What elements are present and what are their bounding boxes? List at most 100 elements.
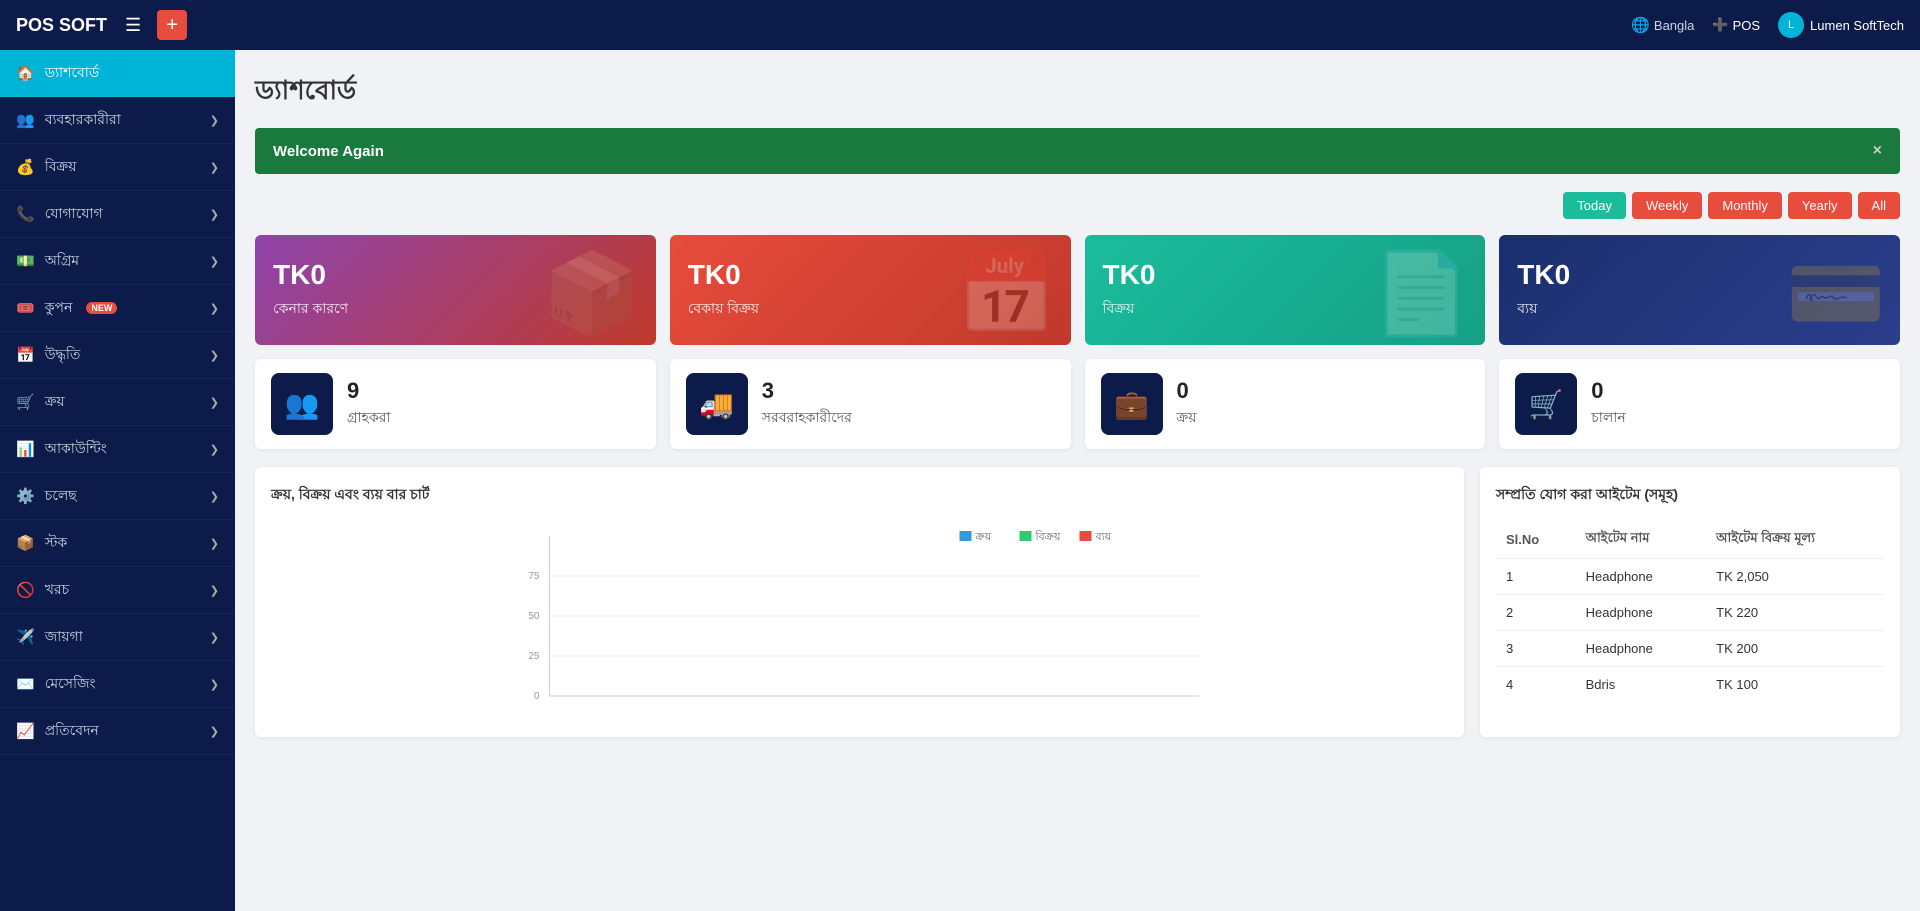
- count-label-suppliers: সরবরাহকারীদের: [762, 406, 852, 430]
- count-info-invoices: 0 চালান: [1591, 378, 1625, 430]
- sidebar-icon-motivation: 📅: [16, 346, 35, 364]
- items-table: Sl.Noআইটেম নামআইটেম বিক্রয় মূল্য1Headph…: [1496, 521, 1884, 702]
- stat-card-icon-sales-due: 📅: [957, 247, 1057, 341]
- svg-text:ব্যয়: ব্যয়: [1095, 531, 1112, 543]
- chevron-stock: ❯: [210, 537, 219, 550]
- stat-card-icon-expense: 💳: [1786, 247, 1886, 341]
- sidebar-icon-advance: 💵: [16, 252, 35, 270]
- count-card-customers: 👥 9 গ্রাহকরা: [255, 359, 656, 449]
- sidebar-label-dashboard: ড্যাশবোর্ড: [45, 61, 100, 85]
- count-label-invoices: চালান: [1591, 406, 1625, 430]
- items-panel-title: সম্প্রতি যোগ করা আইটেম (সমূহ): [1496, 483, 1884, 507]
- sidebar-item-report[interactable]: 📈 প্রতিবেদন ❯: [0, 708, 235, 755]
- table-cell: Headphone: [1576, 631, 1707, 667]
- logo: POS SOFT: [16, 15, 107, 36]
- globe-icon: 🌐: [1631, 16, 1650, 34]
- stat-card-amount-sales-due: TK0: [688, 259, 759, 291]
- sidebar-label-accounting: আকাউন্টিং: [45, 437, 107, 461]
- count-info-purchases: 0 ক্রয়: [1177, 378, 1197, 430]
- plus-button[interactable]: +: [157, 10, 187, 40]
- count-info-customers: 9 গ্রাহকরা: [347, 378, 390, 430]
- svg-text:বিক্রয়: বিক্রয়: [1035, 530, 1061, 543]
- chevron-running: ❯: [210, 490, 219, 503]
- user-menu[interactable]: L Lumen SoftTech: [1778, 12, 1904, 38]
- table-row: 2HeadphoneTK 220: [1496, 595, 1884, 631]
- main-content: ড্যাশবোর্ড Welcome Again × TodayWeeklyMo…: [235, 50, 1920, 911]
- stat-card-amount-sales: TK0: [1103, 259, 1156, 291]
- table-cell: TK 220: [1706, 595, 1884, 631]
- sidebar-icon-coupon: 🎟️: [16, 299, 35, 317]
- sidebar-item-coupon[interactable]: 🎟️ কুপন NEW ❯: [0, 285, 235, 332]
- sidebar-item-running[interactable]: ⚙️ চলেছ ❯: [0, 473, 235, 520]
- sidebar: 🏠 ড্যাশবোর্ড 👥 ব্যবহারকারীরা ❯ 💰 বিক্রয়…: [0, 50, 235, 911]
- sidebar-item-motivation[interactable]: 📅 উদ্ধৃতি ❯: [0, 332, 235, 379]
- bottom-section: ক্রয়, বিক্রয় এবং ব্যয় বার চার্ট 0 25 …: [255, 467, 1900, 737]
- sidebar-icon-report: 📈: [16, 722, 35, 740]
- stat-card-sales: TK0 বিক্রয় 📄: [1085, 235, 1486, 345]
- sidebar-icon-expense: 🚫: [16, 581, 35, 599]
- sidebar-item-purchase[interactable]: 🛒 ক্রয় ❯: [0, 379, 235, 426]
- stat-card-icon-sales: 📄: [1372, 247, 1472, 341]
- sidebar-icon-running: ⚙️: [16, 487, 35, 505]
- hamburger-icon[interactable]: ☰: [125, 15, 141, 36]
- table-row: 1HeadphoneTK 2,050: [1496, 559, 1884, 595]
- count-label-purchases: ক্রয়: [1177, 406, 1197, 430]
- topbar: POS SOFT ☰ + 🌐 Bangla ➕ POS L Lumen Soft…: [0, 0, 1920, 50]
- stat-cards-row: TK0 কেনার কারণে 📦 TK0 বেকায় বিক্রয় 📅 T…: [255, 235, 1900, 345]
- sidebar-icon-users: 👥: [16, 111, 35, 129]
- sidebar-item-users[interactable]: 👥 ব্যবহারকারীরা ❯: [0, 97, 235, 144]
- count-icon-customers: 👥: [271, 373, 333, 435]
- banner-close-button[interactable]: ×: [1873, 142, 1882, 160]
- stat-card-label-expense: ব্যয়: [1517, 297, 1570, 321]
- sidebar-label-running: চলেছ: [45, 484, 77, 508]
- sidebar-icon-contact: 📞: [16, 205, 35, 223]
- count-num-suppliers: 3: [762, 378, 852, 404]
- table-cell: 2: [1496, 595, 1576, 631]
- chevron-messaging: ❯: [210, 678, 219, 691]
- chevron-report: ❯: [210, 725, 219, 738]
- sidebar-item-dashboard[interactable]: 🏠 ড্যাশবোর্ড: [0, 50, 235, 97]
- sidebar-item-place[interactable]: ✈️ জায়গা ❯: [0, 614, 235, 661]
- chevron-motivation: ❯: [210, 349, 219, 362]
- count-card-purchases: 💼 0 ক্রয়: [1085, 359, 1486, 449]
- filter-btn-weekly[interactable]: Weekly: [1632, 192, 1702, 219]
- chevron-place: ❯: [210, 631, 219, 644]
- stat-card-label-sales-due: বেকায় বিক্রয়: [688, 297, 759, 321]
- table-cell: 3: [1496, 631, 1576, 667]
- sidebar-item-contact[interactable]: 📞 যোগাযোগ ❯: [0, 191, 235, 238]
- sidebar-item-messaging[interactable]: ✉️ মেসেজিং ❯: [0, 661, 235, 708]
- pos-link[interactable]: ➕ POS: [1712, 17, 1760, 33]
- sidebar-label-coupon: কুপন: [45, 296, 73, 320]
- chevron-coupon: ❯: [210, 302, 219, 315]
- count-icon-purchases: 💼: [1101, 373, 1163, 435]
- table-cell: TK 2,050: [1706, 559, 1884, 595]
- language-selector[interactable]: 🌐 Bangla: [1631, 16, 1694, 34]
- table-row: 4BdrisTK 100: [1496, 667, 1884, 703]
- chevron-purchase: ❯: [210, 396, 219, 409]
- table-cell: Headphone: [1576, 595, 1707, 631]
- sidebar-item-sales[interactable]: 💰 বিক্রয় ❯: [0, 144, 235, 191]
- sidebar-item-accounting[interactable]: 📊 আকাউন্টিং ❯: [0, 426, 235, 473]
- chart-title: ক্রয়, বিক্রয় এবং ব্যয় বার চার্ট: [271, 483, 1448, 507]
- filter-btn-all[interactable]: All: [1858, 192, 1900, 219]
- badge-new-coupon: NEW: [86, 302, 117, 314]
- sidebar-icon-accounting: 📊: [16, 440, 35, 458]
- sidebar-label-users: ব্যবহারকারীরা: [45, 108, 121, 132]
- sidebar-icon-dashboard: 🏠: [16, 64, 35, 82]
- stat-card-left-sales: TK0 বিক্রয়: [1103, 259, 1156, 321]
- sidebar-item-advance[interactable]: 💵 অগ্রিম ❯: [0, 238, 235, 285]
- svg-text:50: 50: [528, 611, 540, 622]
- stat-card-left-sales-due: TK0 বেকায় বিক্রয়: [688, 259, 759, 321]
- chevron-contact: ❯: [210, 208, 219, 221]
- stat-card-amount-purchase-due: TK0: [273, 259, 348, 291]
- items-col-header: আইটেম নাম: [1576, 521, 1707, 559]
- filter-btn-monthly[interactable]: Monthly: [1708, 192, 1782, 219]
- filter-btn-yearly[interactable]: Yearly: [1788, 192, 1852, 219]
- sidebar-item-expense[interactable]: 🚫 খরচ ❯: [0, 567, 235, 614]
- sidebar-item-stock[interactable]: 📦 স্টক ❯: [0, 520, 235, 567]
- count-card-invoices: 🛒 0 চালান: [1499, 359, 1900, 449]
- filter-btn-today[interactable]: Today: [1563, 192, 1626, 219]
- svg-text:0: 0: [534, 691, 540, 702]
- count-num-purchases: 0: [1177, 378, 1197, 404]
- count-info-suppliers: 3 সরবরাহকারীদের: [762, 378, 852, 430]
